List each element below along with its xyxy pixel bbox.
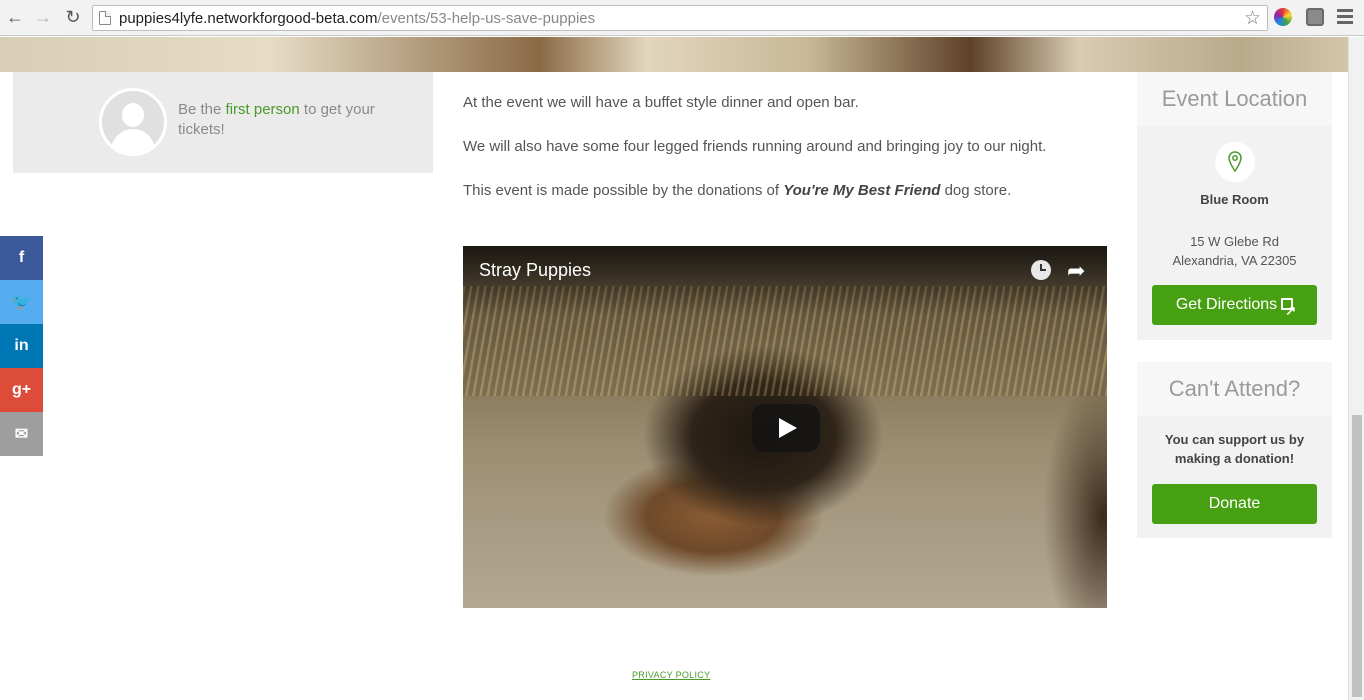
venue-name: Blue Room bbox=[1200, 192, 1269, 207]
attendees-prefix: Be the bbox=[178, 101, 226, 118]
url-text[interactable]: puppies4lyfe.networkforgood-beta.com/eve… bbox=[119, 10, 595, 27]
avatar-placeholder-icon bbox=[99, 88, 167, 156]
googleplus-share-button[interactable]: g+ bbox=[0, 368, 43, 412]
scrollbar-thumb[interactable] bbox=[1352, 415, 1362, 697]
get-directions-button[interactable]: Get Directions bbox=[1152, 285, 1317, 331]
forward-arrow-icon[interactable]: → bbox=[32, 6, 54, 28]
event-description: At the event we will have a buffet style… bbox=[463, 92, 1103, 224]
address-bar[interactable]: puppies4lyfe.networkforgood-beta.com/eve… bbox=[92, 5, 1268, 31]
url-path: /events/53-help-us-save-puppies bbox=[377, 10, 596, 27]
url-host: puppies4lyfe.networkforgood-beta.com bbox=[119, 10, 378, 27]
video-player[interactable]: Stray Puppies ➦ bbox=[463, 246, 1107, 608]
facebook-share-button[interactable]: f bbox=[0, 236, 43, 280]
first-person-link[interactable]: first person bbox=[226, 101, 300, 118]
address-line-1: 15 W Glebe Rd bbox=[1190, 234, 1279, 249]
share-arrow-icon[interactable]: ➦ bbox=[1067, 258, 1085, 284]
play-button-icon[interactable] bbox=[752, 404, 820, 452]
color-picker-extension-icon[interactable] bbox=[1274, 8, 1292, 26]
map-pin-icon bbox=[1215, 142, 1255, 182]
cant-attend-card: Can't Attend? You can support us by maki… bbox=[1137, 362, 1332, 538]
venue-address: 15 W Glebe Rd Alexandria, VA 22305 bbox=[1137, 232, 1332, 270]
browser-toolbar: ← → ↻ puppies4lyfe.networkforgood-beta.c… bbox=[0, 0, 1364, 36]
store-name: You're My Best Friend bbox=[783, 182, 941, 199]
event-location-title: Event Location bbox=[1137, 72, 1332, 126]
description-p3-after: dog store. bbox=[940, 182, 1012, 199]
attendees-panel: Be the first person to get your tickets! bbox=[13, 72, 433, 173]
donate-button[interactable]: Donate bbox=[1152, 484, 1317, 524]
facebook-icon: f bbox=[18, 249, 25, 266]
privacy-policy-link[interactable]: PRIVACY POLICY bbox=[632, 670, 710, 680]
extension-icon[interactable] bbox=[1306, 8, 1324, 26]
browser-menu-icon[interactable] bbox=[1337, 9, 1353, 25]
twitter-icon: 🐦 bbox=[11, 294, 32, 311]
email-icon: ✉ bbox=[14, 426, 29, 443]
description-paragraph-2: We will also have some four legged frien… bbox=[463, 138, 1047, 155]
hero-image bbox=[0, 37, 1348, 72]
email-share-button[interactable]: ✉ bbox=[0, 412, 43, 456]
description-paragraph-1: At the event we will have a buffet style… bbox=[463, 94, 859, 111]
get-directions-label: Get Directions bbox=[1175, 296, 1278, 313]
watch-later-clock-icon[interactable] bbox=[1031, 260, 1051, 280]
page-scrollbar[interactable] bbox=[1348, 37, 1364, 700]
donation-message: You can support us by making a donation! bbox=[1164, 432, 1305, 466]
linkedin-icon: in bbox=[14, 337, 29, 354]
event-location-card: Event Location Blue Room 15 W Glebe Rd A… bbox=[1137, 72, 1332, 340]
twitter-share-button[interactable]: 🐦 bbox=[0, 280, 43, 324]
page-icon bbox=[99, 11, 111, 25]
googleplus-icon: g+ bbox=[11, 381, 32, 398]
bookmark-star-icon[interactable]: ☆ bbox=[1244, 7, 1261, 30]
back-arrow-icon[interactable]: ← bbox=[4, 6, 26, 28]
external-link-icon bbox=[1281, 291, 1296, 331]
description-paragraph-3: This event is made possible by the donat… bbox=[463, 180, 1103, 202]
video-title[interactable]: Stray Puppies bbox=[479, 260, 591, 281]
address-line-2: Alexandria, VA 22305 bbox=[1172, 253, 1297, 268]
description-p3-before: This event is made possible by the donat… bbox=[463, 182, 784, 199]
linkedin-share-button[interactable]: in bbox=[0, 324, 43, 368]
reload-icon[interactable]: ↻ bbox=[62, 6, 84, 28]
cant-attend-title: Can't Attend? bbox=[1137, 362, 1332, 416]
social-share-bar: f 🐦 in g+ ✉ bbox=[0, 236, 43, 456]
attendees-message: Be the first person to get your tickets! bbox=[178, 100, 418, 140]
